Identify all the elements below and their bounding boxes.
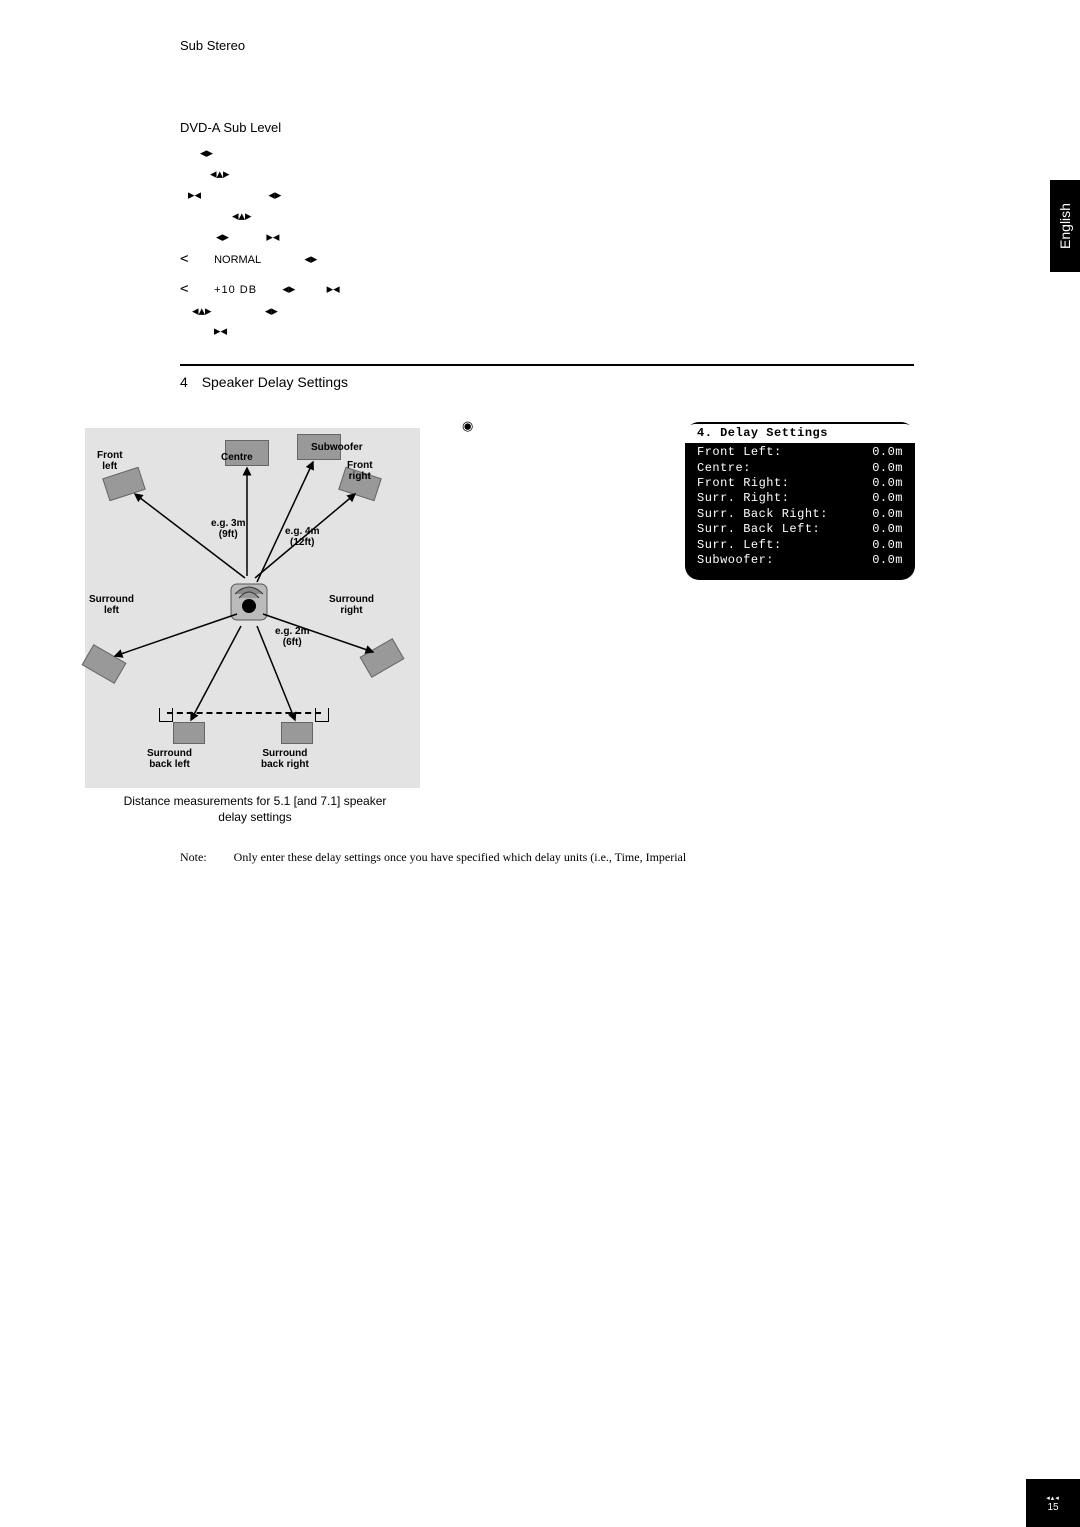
less-than-icon: <	[180, 281, 188, 297]
osd-row: Centre:0.0m	[697, 461, 903, 476]
section-number: 4	[180, 374, 188, 390]
diagram-caption: Distance measurements for 5.1 [and 7.1] …	[120, 794, 390, 825]
label-surround-right: Surround right	[329, 594, 374, 616]
note-label: Note:	[180, 850, 207, 864]
nav-icon-group: ▸◂	[327, 279, 340, 300]
osd-row: Subwoofer:0.0m	[697, 553, 903, 568]
option-plus10db: +10 DB	[214, 284, 257, 296]
nav-icon-group: ▸◂	[188, 185, 201, 206]
language-tab: English	[1050, 180, 1080, 272]
osd-row: Surr. Right:0.0m	[697, 491, 903, 506]
label-front-right: Front right	[347, 460, 373, 482]
osd-row: Front Right:0.0m	[697, 476, 903, 491]
nav-icon-group: ◂▸	[265, 301, 278, 322]
language-label: English	[1057, 203, 1073, 249]
nav-icon-group: ◂▸	[200, 143, 213, 164]
nav-icon-group: ▸◂	[214, 321, 227, 342]
less-than-icon: <	[180, 251, 188, 267]
label-centre: Centre	[221, 452, 253, 463]
bracket-right	[315, 708, 329, 722]
label-subwoofer: Subwoofer	[311, 442, 363, 453]
nav-icon-group: ◂▴▸	[210, 164, 230, 185]
osd-row: Surr. Back Left:0.0m	[697, 522, 903, 537]
note-line: Note: Only enter these delay settings on…	[180, 850, 900, 865]
speaker-layout-diagram: Front left Centre Subwoofer Front right …	[85, 428, 420, 788]
back-speakers-link	[167, 712, 321, 714]
page-corner: ◂▴◂ 15	[1026, 1479, 1080, 1527]
nav-icon-group: ◂▸	[304, 249, 317, 270]
osd-row: Surr. Left:0.0m	[697, 538, 903, 553]
note-body: Only enter these delay settings once you…	[234, 850, 687, 864]
page-number: 15	[1047, 1502, 1058, 1513]
nav-icon-group: ▸◂	[266, 227, 279, 248]
section-divider	[180, 364, 914, 366]
label-eg-2m: e.g. 2m (6ft)	[275, 626, 309, 648]
nav-icon-group: ◂▸	[268, 185, 281, 206]
option-normal: NORMAL	[214, 254, 261, 266]
header-sub-stereo: Sub Stereo	[180, 38, 245, 53]
sub-level-block: DVD-A Sub Level ◂▸ ◂▴▸ ▸◂ ◂▸ ◂▴▸ ◂▸ ▸◂ <…	[180, 118, 660, 342]
osd-row: Front Left:0.0m	[697, 445, 903, 460]
label-front-left: Front left	[97, 450, 123, 472]
label-eg-4m: e.g. 4m (12ft)	[285, 526, 319, 548]
nav-icon-group: ◂▸	[282, 279, 295, 300]
nav-icon-group: ◂▴▸	[192, 301, 212, 322]
osd-row: Surr. Back Right:0.0m	[697, 507, 903, 522]
osd-delay-settings-panel: 4. Delay Settings Front Left:0.0m Centre…	[685, 422, 915, 580]
nav-icon-group: ◂▴▸	[232, 206, 252, 227]
dvd-a-sub-level-title: DVD-A Sub Level	[180, 118, 660, 139]
label-eg-3m: e.g. 3m (9ft)	[211, 518, 245, 540]
section-4-heading: 4 Speaker Delay Settings	[180, 374, 348, 390]
corner-nav-icon: ◂▴◂	[1046, 1494, 1060, 1502]
bracket-left	[159, 708, 173, 722]
label-surround-back-left: Surround back left	[147, 748, 192, 770]
section-title-text: Speaker Delay Settings	[202, 374, 348, 390]
label-surround-back-right: Surround back right	[261, 748, 309, 770]
display-icon: ◉	[462, 418, 473, 434]
nav-icon-group: ◂▸	[216, 227, 229, 248]
osd-title: 4. Delay Settings	[685, 424, 915, 443]
label-surround-left: Surround left	[89, 594, 134, 616]
